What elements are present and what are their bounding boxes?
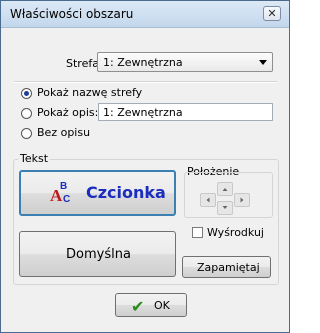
- center-checkbox-label[interactable]: Wyśrodkuj: [207, 226, 264, 239]
- svg-text:B: B: [60, 181, 67, 192]
- save-position-button-label: Zapamiętaj: [197, 261, 260, 274]
- window-title: Właściwości obszaru: [10, 7, 134, 21]
- show-description-radio[interactable]: [21, 108, 32, 119]
- center-checkbox[interactable]: [192, 227, 203, 238]
- ok-button[interactable]: ✔ OK: [115, 293, 187, 317]
- close-button[interactable]: ✕: [263, 6, 281, 21]
- dialog-window: Właściwości obszaru ✕ Strefa: 1: Zewnętr…: [0, 0, 290, 333]
- font-button[interactable]: A B C Czcionka: [19, 170, 176, 216]
- show-description-label[interactable]: Pokaż opis:: [37, 106, 98, 119]
- default-button-label: Domyślna: [66, 247, 131, 262]
- no-description-label[interactable]: Bez opisu: [37, 126, 90, 139]
- default-button[interactable]: Domyślna: [19, 231, 176, 277]
- separator: [14, 81, 277, 83]
- zone-dropdown-value: 1: Zewnętrzna: [103, 56, 183, 69]
- arrow-left-icon: [206, 197, 210, 203]
- show-name-label[interactable]: Pokaż nazwę strefy: [37, 86, 142, 99]
- font-button-label: Czcionka: [86, 183, 166, 202]
- text-group-label: Tekst: [18, 152, 51, 165]
- move-left-button[interactable]: [200, 193, 216, 207]
- arrow-down-icon: [222, 206, 228, 209]
- move-right-button[interactable]: [234, 193, 250, 207]
- move-down-button[interactable]: [217, 201, 233, 215]
- no-description-radio[interactable]: [21, 128, 32, 139]
- save-position-button[interactable]: Zapamiętaj: [182, 256, 271, 278]
- zone-dropdown[interactable]: 1: Zewnętrzna: [97, 52, 273, 72]
- title-bar[interactable]: Właściwości obszaru ✕: [1, 1, 289, 28]
- arrow-right-icon: [240, 197, 244, 203]
- show-name-radio[interactable]: [21, 88, 32, 99]
- arrow-up-icon: [222, 188, 228, 191]
- description-input-value: 1: Zewnętrzna: [103, 106, 183, 119]
- close-icon: ✕: [267, 7, 277, 20]
- move-up-button[interactable]: [217, 182, 233, 196]
- radio-selected-dot: [24, 91, 29, 96]
- description-input[interactable]: 1: Zewnętrzna: [98, 103, 273, 121]
- svg-text:C: C: [63, 194, 70, 204]
- font-abc-icon: A B C: [50, 181, 70, 204]
- ok-button-label: OK: [154, 299, 170, 312]
- chevron-down-icon: [259, 60, 267, 65]
- checkmark-icon: ✔: [131, 297, 145, 316]
